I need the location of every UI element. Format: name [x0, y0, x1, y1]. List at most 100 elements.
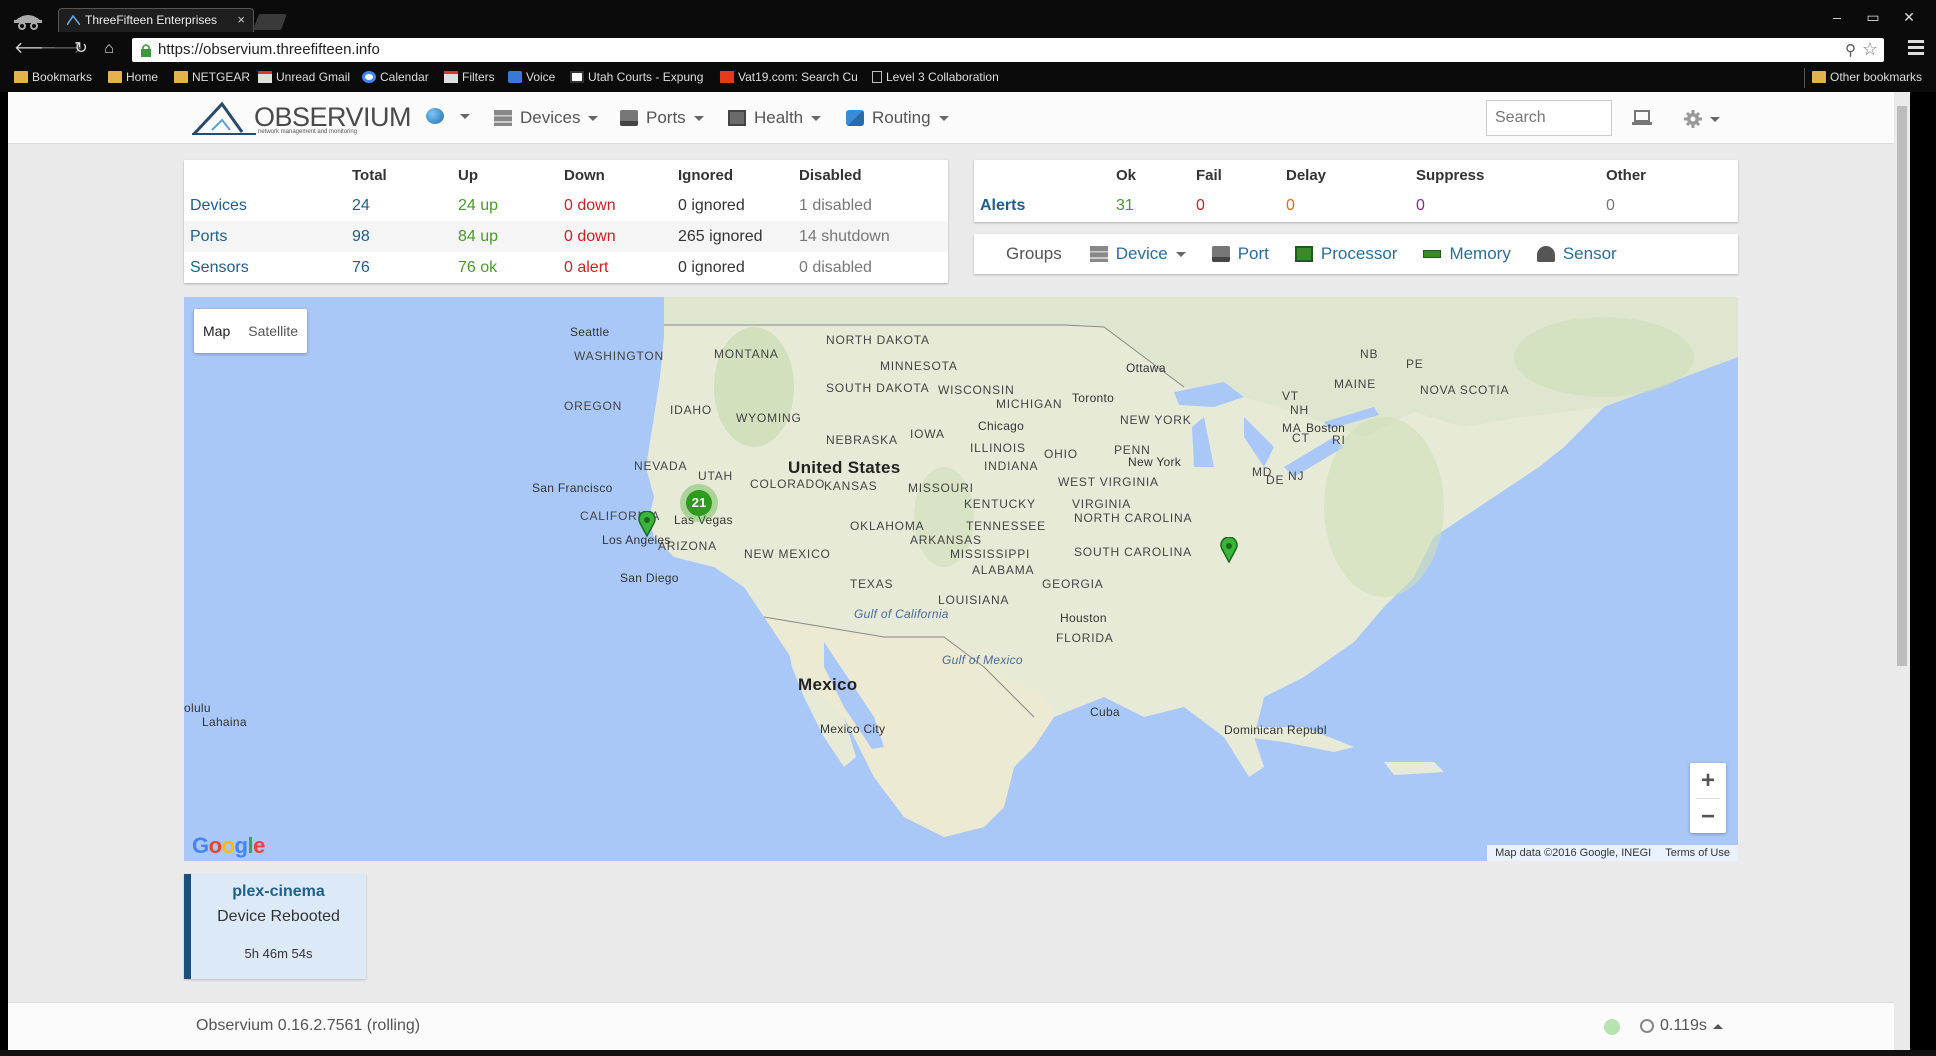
scrollbar-thumb[interactable] [1897, 106, 1907, 666]
map-city-label: Seattle [570, 325, 610, 339]
alerts-delay[interactable]: 0 [1280, 190, 1410, 222]
bookmark-item[interactable]: Utah Courts - Expung [570, 70, 703, 84]
bookmark-item[interactable]: Filters [444, 70, 495, 84]
zoom-in-button[interactable]: + [1690, 763, 1726, 798]
nav-devices[interactable]: Devices [494, 108, 599, 128]
new-tab-button[interactable] [253, 14, 287, 30]
map-state-label: COLORADO [750, 477, 826, 491]
bookmark-item[interactable]: Voice [508, 70, 555, 84]
map-state-label: NORTH DAKOTA [826, 333, 930, 347]
map-state-label: OREGON [564, 399, 623, 413]
bookmark-item[interactable]: Bookmarks [14, 70, 92, 84]
devices-disabled[interactable]: 1 disabled [793, 190, 948, 221]
group-port[interactable]: Port [1211, 244, 1269, 264]
alerts-ok[interactable]: 31 [1110, 190, 1190, 222]
alerts-other[interactable]: 0 [1600, 190, 1738, 222]
ports-total[interactable]: 98 [346, 221, 452, 252]
sensors-ignored[interactable]: 0 ignored [672, 252, 793, 283]
sensors-ok[interactable]: 76 ok [452, 252, 558, 283]
sensors-alert[interactable]: 0 alert [558, 252, 672, 283]
column-header: Ok [1116, 166, 1137, 184]
sensors-disabled[interactable]: 0 disabled [793, 252, 948, 283]
group-memory[interactable]: Memory [1423, 244, 1511, 264]
laptop-icon[interactable] [1632, 110, 1652, 126]
map-city-label: Cuba [1090, 705, 1120, 719]
zoom-icon[interactable]: ⚲ [1845, 41, 1856, 59]
alerts-link[interactable]: Alerts [980, 197, 1025, 214]
devices-icon [494, 110, 512, 126]
browser-menu-icon[interactable] [1908, 40, 1924, 58]
reload-icon[interactable]: ↻ [70, 38, 92, 60]
alerts-suppress[interactable]: 0 [1410, 190, 1600, 222]
home-icon[interactable]: ⌂ [98, 38, 120, 60]
zoom-out-button[interactable]: − [1690, 799, 1726, 834]
terms-of-use-link[interactable]: Terms of Use [1665, 845, 1730, 861]
nav-routing[interactable]: Routing [846, 108, 949, 128]
address-bar[interactable]: https://observium.threefifteen.info ⚲ ☆ [132, 38, 1884, 62]
column-header: Other [1606, 166, 1647, 184]
ports-link[interactable]: Ports [190, 228, 227, 245]
event-card[interactable]: plex-cinema Device Rebooted 5h 46m 54s [184, 874, 366, 979]
ports-shutdown[interactable]: 14 shutdown [793, 221, 948, 252]
sensors-total[interactable]: 76 [346, 252, 452, 283]
nav-ports[interactable]: Ports [620, 108, 704, 128]
observium-logo[interactable]: OBSERVIUM network management and monitor… [184, 96, 412, 140]
ports-ignored[interactable]: 265 ignored [672, 221, 793, 252]
bookmark-star-icon[interactable]: ☆ [1862, 39, 1878, 60]
close-window-icon[interactable]: ✕ [1900, 6, 1918, 28]
bookmark-item[interactable]: Vat19.com: Search Cu [720, 70, 858, 84]
bookmark-item[interactable]: Level 3 Collaboration [872, 70, 999, 84]
map-type-map-button[interactable]: Map [194, 309, 239, 353]
table-header-row: Ok Fail Delay Suppress Other [974, 160, 1738, 190]
chevron-down-icon [693, 115, 704, 121]
routing-icon [846, 110, 864, 126]
group-processor[interactable]: Processor [1294, 244, 1397, 264]
event-hostname[interactable]: plex-cinema [191, 883, 366, 901]
group-sensor[interactable]: Sensor [1536, 244, 1617, 264]
devices-down[interactable]: 0 down [558, 190, 672, 221]
map-state-label: RI [1332, 433, 1346, 447]
court-icon [570, 71, 584, 83]
forward-icon[interactable]: 🡒 [40, 38, 83, 60]
map-pin-icon[interactable] [1220, 537, 1238, 563]
ports-down[interactable]: 0 down [558, 221, 672, 252]
other-bookmarks[interactable]: Other bookmarks [1812, 70, 1922, 84]
ports-icon [620, 110, 638, 126]
bookmark-item[interactable]: NETGEAR [174, 70, 250, 84]
group-device-dropdown[interactable]: Device [1089, 244, 1186, 264]
map-type-satellite-button[interactable]: Satellite [239, 309, 307, 353]
map-cluster-marker[interactable]: 21 [680, 484, 718, 522]
settings-menu[interactable] [1684, 110, 1720, 128]
search-input[interactable] [1486, 100, 1612, 136]
nav-health[interactable]: Health [728, 108, 822, 128]
browser-tab[interactable]: ThreeFifteen Enterprises × [58, 8, 254, 32]
map-state-label: LOUISIANA [938, 593, 1010, 607]
page-scrollbar[interactable] [1894, 92, 1910, 1050]
bookmark-item[interactable]: Unread Gmail [258, 70, 350, 84]
devices-total[interactable]: 24 [346, 190, 452, 221]
device-map[interactable]: WASHINGTON MONTANA NORTH DAKOTA MINNESOTA OR… [184, 297, 1738, 861]
alerts-fail[interactable]: 0 [1190, 190, 1280, 222]
devices-up[interactable]: 24 up [452, 190, 558, 221]
ports-up[interactable]: 84 up [452, 221, 558, 252]
map-pin-icon[interactable] [638, 511, 656, 537]
nav-globe[interactable] [426, 108, 470, 124]
minimize-icon[interactable]: – [1828, 6, 1846, 28]
sensors-link[interactable]: Sensors [190, 259, 249, 276]
google-logo[interactable]: Google [192, 833, 265, 859]
map-state-label: NEW YORK [1120, 413, 1192, 427]
bookmark-item[interactable]: Calendar [362, 70, 429, 84]
incognito-icon [14, 15, 42, 30]
bookmark-label: Calendar [380, 70, 429, 84]
bookmark-item[interactable]: Home [108, 70, 158, 84]
devices-ignored[interactable]: 0 ignored [672, 190, 793, 221]
tab-close-icon[interactable]: × [237, 9, 245, 31]
restore-icon[interactable]: ▭ [1864, 6, 1882, 28]
back-icon[interactable]: 🡐 [14, 38, 57, 60]
cluster-count: 21 [686, 490, 712, 516]
map-state-label: FLORIDA [1056, 631, 1114, 645]
map-state-label: MICHIGAN [996, 397, 1063, 411]
devices-link[interactable]: Devices [190, 197, 247, 214]
page-timing[interactable]: 0.119s [1640, 1017, 1723, 1035]
chevron-down-icon [811, 115, 822, 121]
